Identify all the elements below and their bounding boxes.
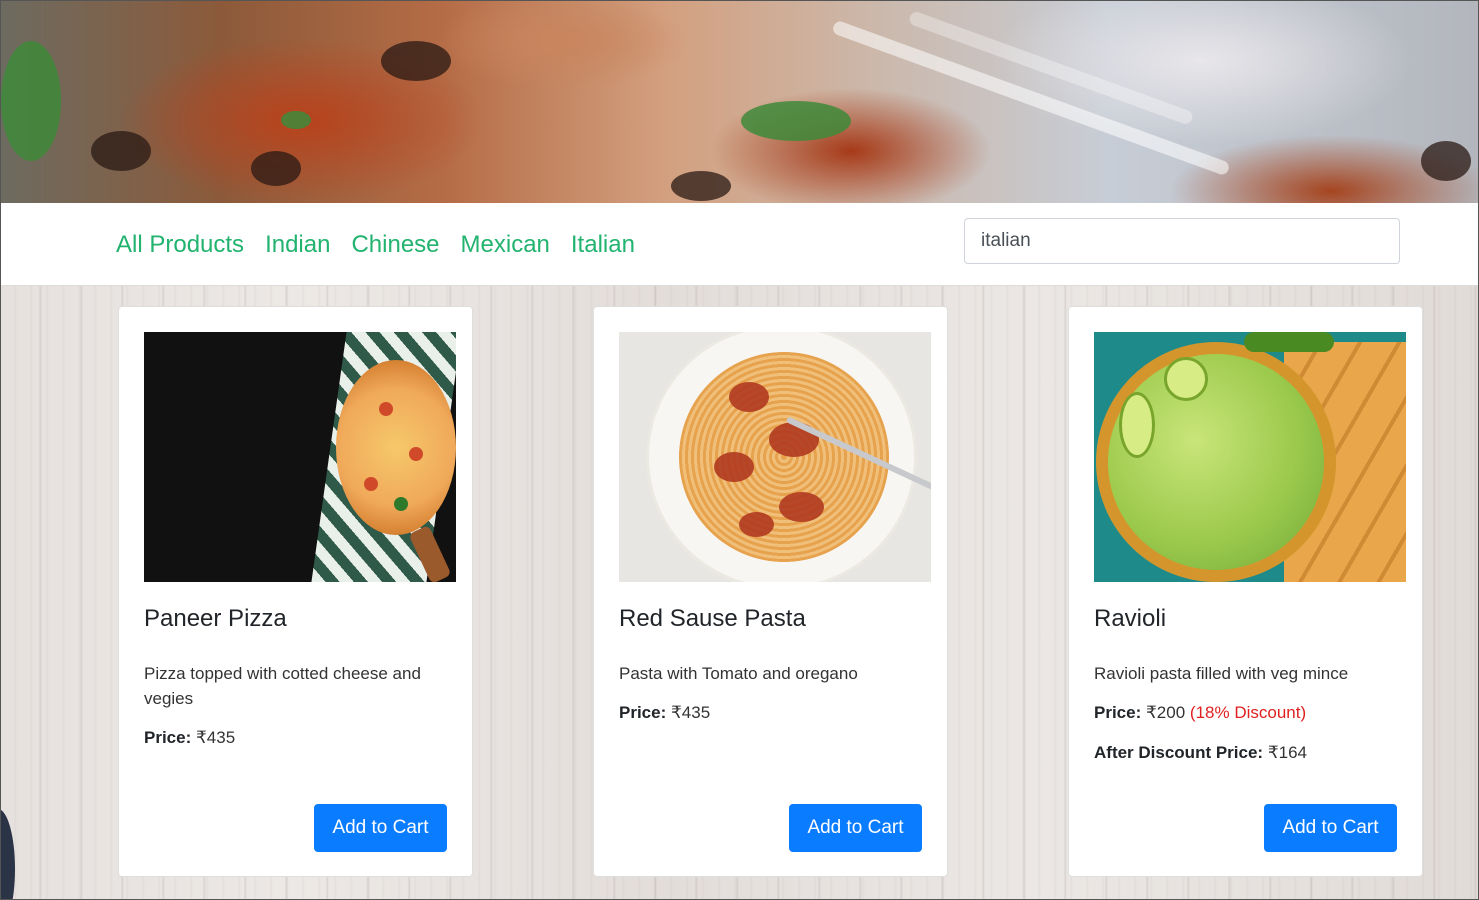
product-image-pasta xyxy=(619,332,931,582)
price-value: ₹200 xyxy=(1145,703,1186,722)
after-discount-price: After Discount Price: ₹164 xyxy=(1094,740,1307,765)
price-value: ₹435 xyxy=(195,728,236,747)
product-price: Price: ₹435 xyxy=(144,725,235,750)
product-image-ravioli xyxy=(1094,332,1406,582)
search-input[interactable] xyxy=(964,218,1400,264)
product-title: Ravioli xyxy=(1094,605,1167,632)
after-discount-label: After Discount Price: xyxy=(1094,743,1264,762)
product-card: Red Sause Pasta Pasta with Tomato and or… xyxy=(593,306,948,877)
nav-link-chinese[interactable]: Chinese xyxy=(351,230,439,260)
price-label: Price: xyxy=(1094,703,1142,722)
add-to-cart-button[interactable]: Add to Cart xyxy=(789,804,922,852)
category-navbar: All Products Indian Chinese Mexican Ital… xyxy=(1,203,1478,286)
product-price: Price: ₹435 xyxy=(619,700,710,725)
product-price: Price: ₹200 (18% Discount) xyxy=(1094,700,1306,725)
product-description: Pizza topped with cotted cheese and vegi… xyxy=(144,664,421,708)
add-to-cart-button[interactable]: Add to Cart xyxy=(1264,804,1397,852)
product-grid: Paneer Pizza Pizza topped with cotted ch… xyxy=(1,286,1478,899)
product-description: Ravioli pasta filled with veg mince xyxy=(1094,664,1349,683)
app-window: All Products Indian Chinese Mexican Ital… xyxy=(0,0,1479,900)
price-label: Price: xyxy=(619,703,667,722)
nav-link-indian[interactable]: Indian xyxy=(265,230,330,260)
nav-link-all-products[interactable]: All Products xyxy=(116,230,244,260)
add-to-cart-button[interactable]: Add to Cart xyxy=(314,804,447,852)
background-decoration xyxy=(1,809,15,899)
price-label: Price: xyxy=(144,728,192,747)
discount-badge: (18% Discount) xyxy=(1189,703,1307,722)
product-image-pizza xyxy=(144,332,456,582)
product-card: Paneer Pizza Pizza topped with cotted ch… xyxy=(118,306,473,877)
product-card: Ravioli Ravioli pasta filled with veg mi… xyxy=(1068,306,1423,877)
after-discount-value: ₹164 xyxy=(1267,743,1308,762)
hero-banner-image xyxy=(1,1,1478,203)
nav-link-mexican[interactable]: Mexican xyxy=(461,230,550,260)
nav-link-italian[interactable]: Italian xyxy=(571,230,635,260)
price-value: ₹435 xyxy=(670,703,711,722)
category-links: All Products Indian Chinese Mexican Ital… xyxy=(116,230,635,260)
product-description: Pasta with Tomato and oregano xyxy=(619,664,858,683)
product-title: Red Sause Pasta xyxy=(619,605,806,632)
product-title: Paneer Pizza xyxy=(144,605,287,632)
